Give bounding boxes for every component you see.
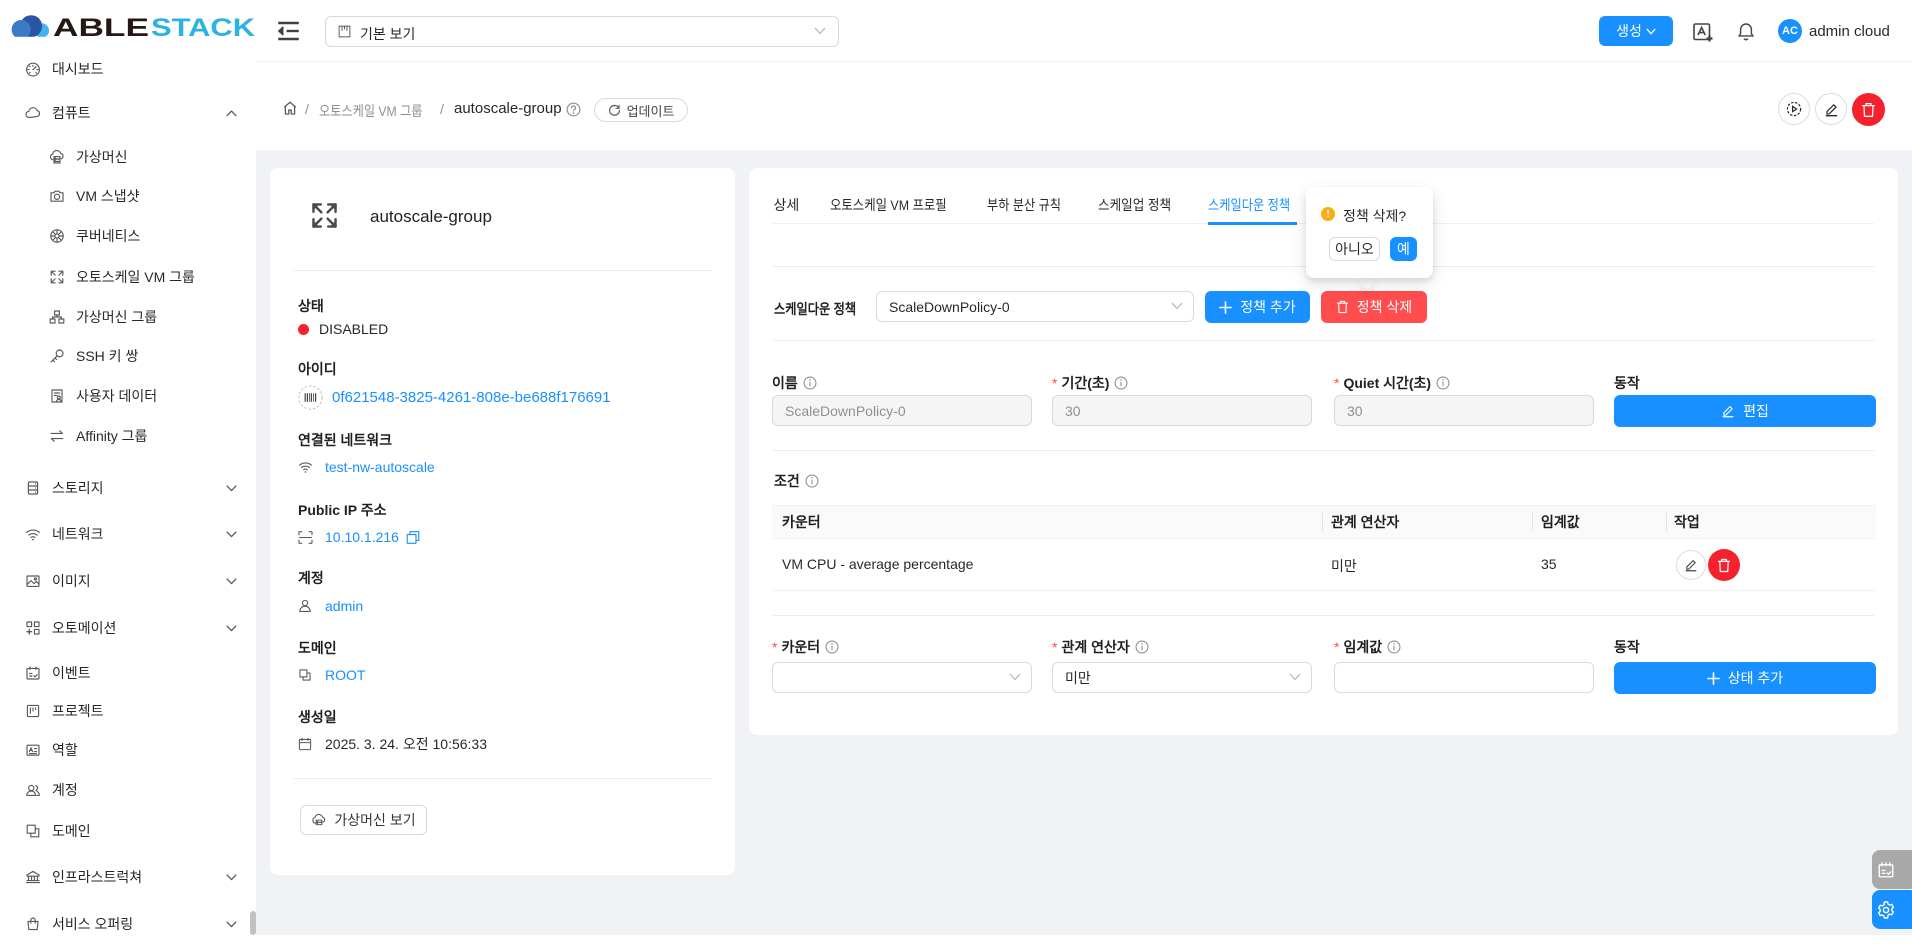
svg-text:STACK: STACK: [151, 14, 255, 42]
svg-text:ABLE: ABLE: [53, 14, 149, 42]
